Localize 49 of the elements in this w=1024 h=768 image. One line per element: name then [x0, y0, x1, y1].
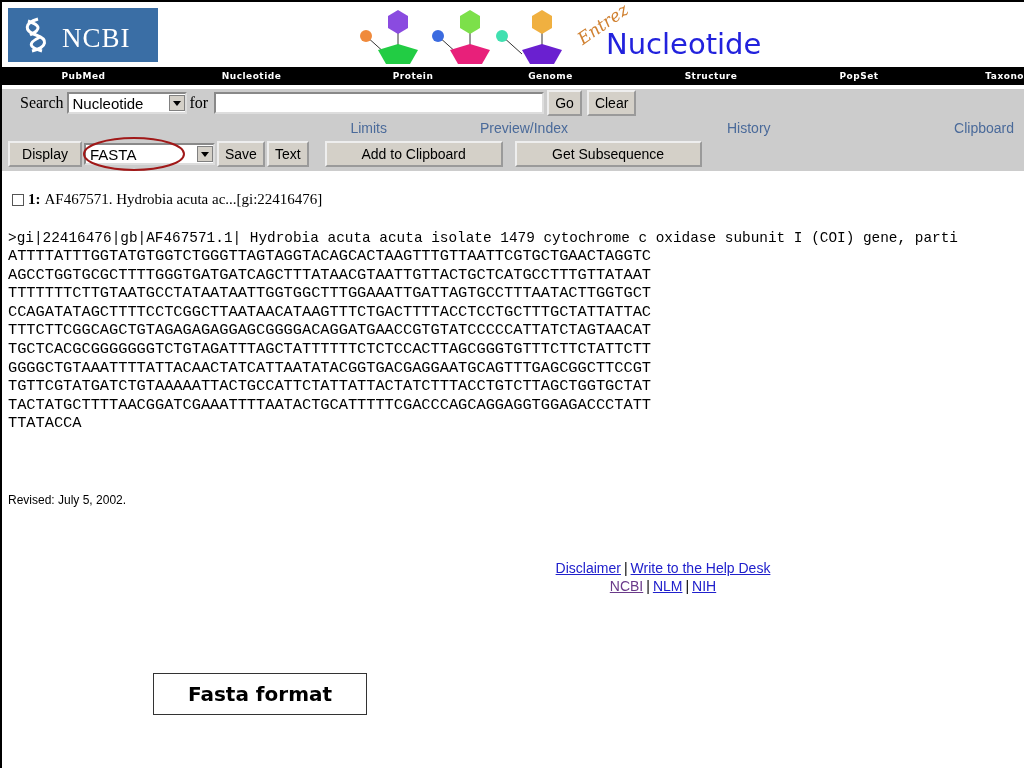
- separator: |: [646, 576, 650, 595]
- sequence-line: TTATACCA: [8, 414, 83, 433]
- sequence-line: TACTATGCTTTTAACGGATCGAAATTTTAATACTGCATTTTTCGACCCAGCAGGAGGTGGAGACCCTATT: [8, 395, 652, 415]
- for-label: for: [189, 94, 209, 112]
- ncbi-logo[interactable]: NCBI: [8, 8, 158, 62]
- action-button[interactable]: Save: [217, 141, 265, 167]
- sequence-line: ATTTTATTTGGTATGTGGTCTGGGTTAGTAGGTACAGCACTAAGTTTGTTAATTCGTGCTGAACTAGGTC: [8, 247, 652, 266]
- footer-link[interactable]: NCBI: [609, 576, 644, 595]
- sequence-line: CCAGATATAGCTTTTCCTCGGCTTAATAACATAAGTTTCTGACTTTTACCTCCTGCTTTGCTATTATTAC: [8, 302, 652, 322]
- format-dropdown[interactable]: FASTA: [84, 143, 215, 165]
- search-button[interactable]: Clear: [586, 90, 637, 116]
- database-dropdown[interactable]: Nucleotide: [66, 92, 187, 114]
- sequence-line: GGGGCTGTAAATTTTATTACAACTATCATTAATATACGGTGACGAGGAATGCAGTTTGAGCGGCTTCCGT: [8, 358, 652, 378]
- separator: |: [685, 576, 690, 595]
- sequence-line: TGCTCACGCGGGGGGGTCTGTAGATTTAGCTATTTTTTCTCTCCACTTAGCGGGTGTTTCTTCTATTCTT: [8, 339, 652, 359]
- fasta-header: >gi|22416476|gb|AF467571.1| Hydrobia acuta acuta isolate 1479 cytochrome c oxidase subunit I (COI) gene, parti: [8, 229, 959, 247]
- footer-link[interactable]: NIH: [692, 576, 717, 595]
- footer-link[interactable]: NLM: [652, 576, 683, 595]
- footer-link[interactable]: Write to the Help Desk: [630, 558, 771, 577]
- record-number: 1:: [28, 191, 41, 208]
- separator: |: [623, 558, 628, 577]
- action-button[interactable]: Text: [266, 141, 309, 167]
- record-title: AF467571. Hydrobia acuta ac...[gi:22416476]: [44, 191, 323, 208]
- action-button[interactable]: Add to Clipboard: [324, 141, 503, 167]
- toolbar-link[interactable]: Limits: [2, 120, 387, 136]
- search-label: Search: [20, 94, 64, 112]
- toolbar-link[interactable]: Clipboard: [954, 120, 1014, 136]
- nav-link[interactable]: Structure: [613, 67, 809, 85]
- sequence-line: TGTTCGTATGATCTGTAAAAATTACTGCCATTCTATTATTACTATCTTTACCTGTCTTAGCTGGTGCTAT: [8, 377, 652, 396]
- action-button[interactable]: Get Subsequence: [514, 141, 702, 167]
- logo-text: NCBI: [62, 22, 131, 54]
- search-button[interactable]: Go: [547, 90, 582, 116]
- nav-link[interactable]: Protein: [338, 67, 488, 85]
- sequence-line: TTTCTTCGGCAGCTGTAGAGAGAGGAGCGGGGACAGGATGAACCGTGTATCCCCCATTATCTAGTAACAT: [8, 321, 652, 340]
- record-checkbox[interactable]: [12, 193, 24, 206]
- toolbar-link[interactable]: Preview/Index: [473, 120, 575, 136]
- nav-link[interactable]: Taxono: [909, 67, 1024, 85]
- sequence-line: AGCCTGGTGCGCTTTTGGGTGATGATCAGCTTTATAACGTAATTGTTACTGCTCATGCCTTTGTTATAAT: [8, 265, 652, 285]
- toolbar-link[interactable]: History: [727, 120, 771, 136]
- nav-link[interactable]: PubMed: [2, 67, 165, 85]
- sequence-line: TTTTTTTCTTGTAATGCCTATAATAATTGGTGGCTTTGGAAATTGATTAGTGCCTTTAATACTTGGTGCT: [8, 284, 652, 303]
- callout-label: Fasta format: [153, 672, 367, 715]
- display-button[interactable]: Display: [8, 141, 82, 167]
- nav-link[interactable]: Genome: [488, 67, 613, 85]
- search-field[interactable]: [214, 92, 545, 114]
- footer-link[interactable]: Disclaimer: [555, 558, 621, 577]
- nav-link[interactable]: PopSet: [809, 67, 909, 85]
- revised-date: Revised: July 5, 2002.: [8, 492, 128, 507]
- nav-link[interactable]: Nucleotide: [165, 67, 338, 85]
